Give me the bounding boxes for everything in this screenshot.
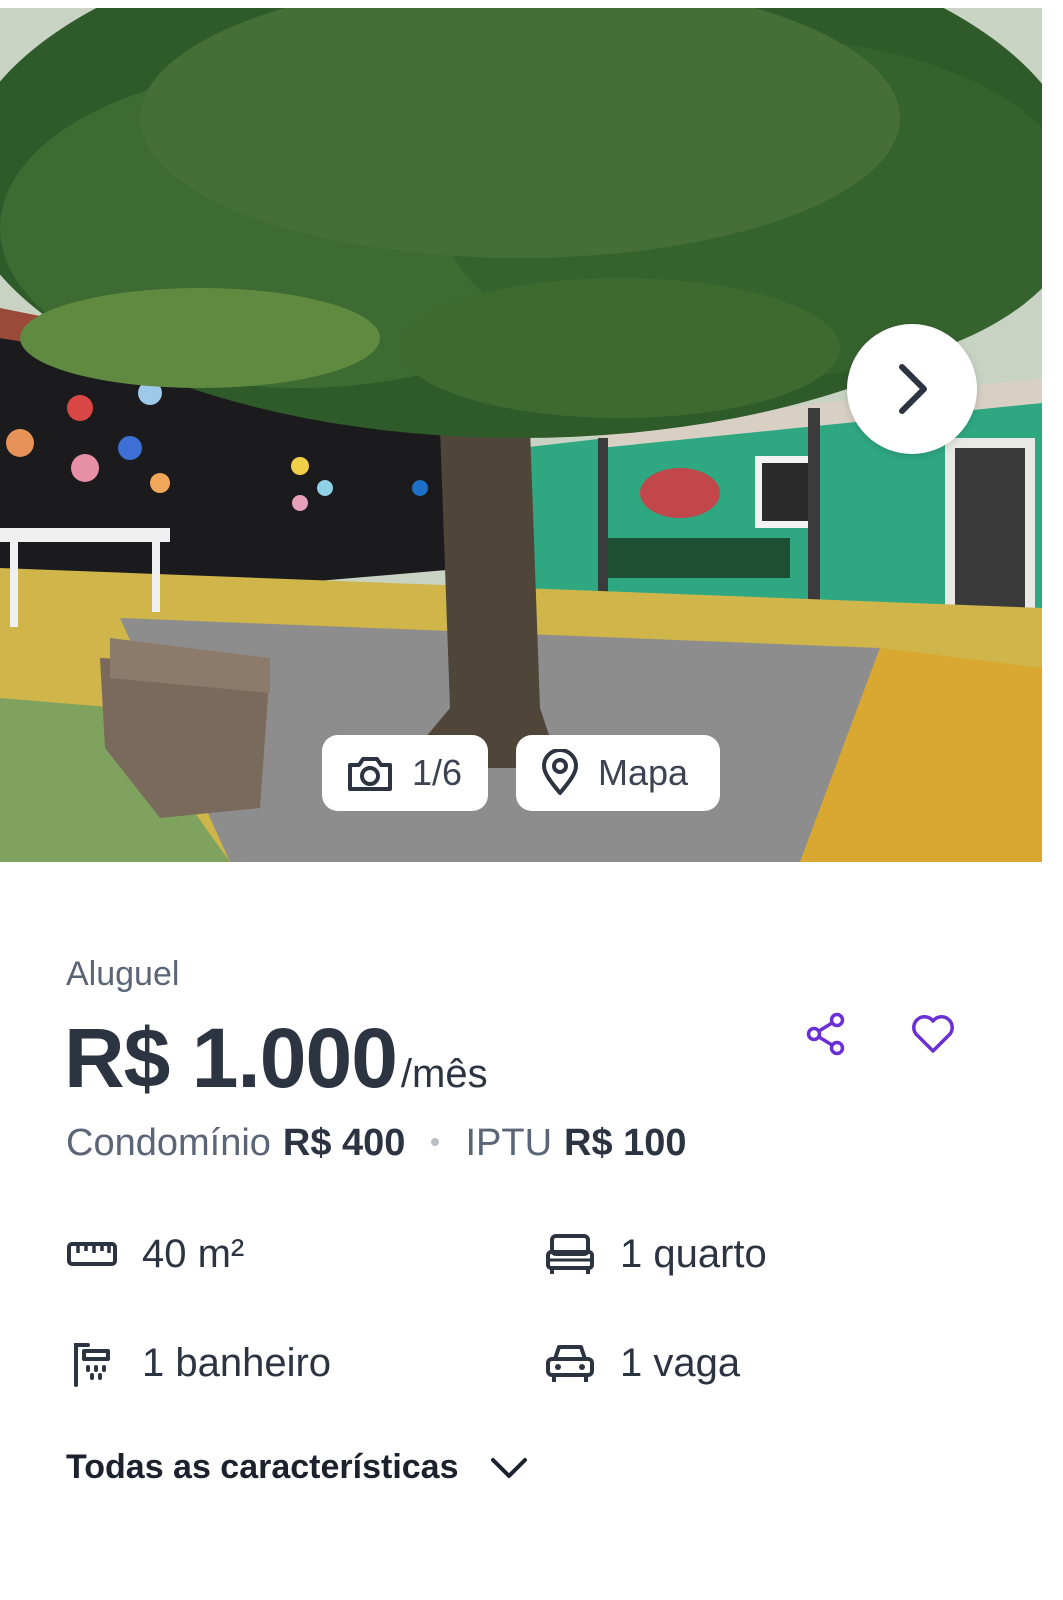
price-row: R$ 1.000 /mês: [64, 1010, 488, 1107]
map-button[interactable]: Mapa: [516, 735, 720, 811]
all-features-toggle[interactable]: Todas as características: [66, 1448, 529, 1487]
chevron-down-icon: [490, 1457, 527, 1478]
ruler-icon: [66, 1228, 118, 1280]
property-photo[interactable]: 1/6 Mapa: [0, 8, 1042, 862]
chevron-right-icon: [899, 364, 927, 414]
listing-type: Aluguel: [66, 955, 180, 993]
rent-price: R$ 1.000: [64, 1011, 398, 1105]
all-features-label: Todas as características: [66, 1448, 459, 1486]
share-button[interactable]: [802, 1010, 850, 1058]
parking-value: 1 vaga: [620, 1340, 741, 1385]
car-icon: [544, 1337, 596, 1389]
iptu-label: IPTU: [465, 1122, 553, 1164]
bathrooms-value: 1 banheiro: [142, 1340, 332, 1385]
bed-icon: [544, 1228, 596, 1280]
next-photo-button[interactable]: [847, 324, 977, 454]
shower-icon: [66, 1337, 118, 1389]
feature-parking: 1 vaga: [544, 1337, 740, 1389]
fees-row: Condomínio R$ 400 IPTU R$ 100: [66, 1122, 687, 1165]
condo-label: Condomínio: [66, 1122, 271, 1164]
photo-counter-button[interactable]: 1/6: [322, 735, 488, 811]
area-value: 40 m²: [142, 1231, 245, 1276]
map-label: Mapa: [598, 752, 689, 793]
heart-icon: [912, 1015, 954, 1053]
rooms-value: 1 quarto: [620, 1231, 767, 1276]
iptu-value: R$ 100: [564, 1122, 687, 1164]
feature-bathrooms: 1 banheiro: [66, 1337, 331, 1389]
photo-counter-text: 1/6: [412, 752, 463, 793]
condo-value: R$ 400: [282, 1122, 406, 1164]
share-icon: [806, 1012, 845, 1056]
camera-icon: [348, 757, 392, 791]
price-unit: /mês: [400, 1052, 488, 1096]
listing-page: 1/6 Mapa Aluguel R$ 1.000 /mês Condomíni…: [0, 0, 1063, 1600]
favorite-button[interactable]: [909, 1010, 957, 1058]
map-pin-icon: [542, 749, 578, 795]
feature-area: 40 m²: [66, 1228, 244, 1280]
feature-rooms: 1 quarto: [544, 1228, 767, 1280]
separator-dot: [431, 1138, 440, 1146]
